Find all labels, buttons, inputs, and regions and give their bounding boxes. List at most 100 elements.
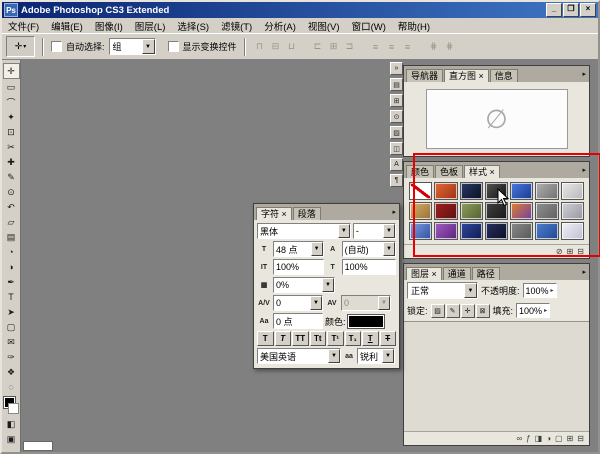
layers-group-tab-1[interactable]: 通道 xyxy=(443,267,471,280)
styles-mini-panel-icon[interactable]: ▨ xyxy=(390,126,403,139)
brush-tool[interactable]: ✎ xyxy=(4,170,19,184)
proportional-spacing-dropdown[interactable]: 0% ▼ xyxy=(273,277,335,293)
style-swatch-18[interactable] xyxy=(510,222,533,240)
menu-item-3[interactable]: 图层(L) xyxy=(129,19,172,33)
menu-item-6[interactable]: 分析(A) xyxy=(258,19,302,33)
lasso-tool[interactable]: ⌒ xyxy=(4,95,19,109)
blur-tool[interactable]: ◔ xyxy=(4,245,19,259)
faux-bold-button[interactable]: T xyxy=(257,331,274,346)
leading-dropdown[interactable]: (自动) ▼ xyxy=(342,241,396,257)
paragraph-panel-icon[interactable]: ¶ xyxy=(390,174,403,187)
font-family-dropdown[interactable]: 黑体 ▼ xyxy=(257,223,351,239)
style-swatch-17[interactable] xyxy=(485,222,508,240)
spot-healing-brush-tool[interactable]: ✚ xyxy=(4,155,19,169)
menu-item-7[interactable]: 视图(V) xyxy=(302,19,346,33)
histogram-group-panel-menu-icon[interactable]: ▸ xyxy=(582,70,586,78)
auto-select-dropdown[interactable]: 组 ▼ xyxy=(109,38,156,55)
faux-italic-button[interactable]: T xyxy=(275,331,292,346)
kerning-dropdown[interactable]: 0 ▼ xyxy=(273,295,323,311)
move-tool[interactable]: ✛ xyxy=(3,63,20,79)
lock-image-pixels-icon[interactable]: ✎ xyxy=(446,304,460,318)
pen-tool[interactable]: ✒ xyxy=(4,275,19,289)
text-color-swatch[interactable] xyxy=(348,315,384,328)
align-vertical-centers-icon[interactable]: ⊟ xyxy=(269,40,283,54)
new-adjustment-layer-icon[interactable]: ◑ xyxy=(546,435,551,443)
new-group-icon[interactable]: ▢ xyxy=(555,435,563,443)
screen-mode-button[interactable]: ▣ xyxy=(4,432,19,446)
clone-stamp-tool[interactable]: ⊙ xyxy=(4,185,19,199)
style-swatch-19[interactable] xyxy=(535,222,558,240)
align-left-edges-icon[interactable]: ⊏ xyxy=(311,40,325,54)
notes-tool[interactable]: ✉ xyxy=(4,335,19,349)
tool-presets-panel-icon[interactable]: ⊞ xyxy=(390,94,403,107)
anti-alias-dropdown[interactable]: 锐利 ▼ xyxy=(357,348,395,364)
rectangular-marquee-tool[interactable]: ▭ xyxy=(4,80,19,94)
layer-comps-panel-icon[interactable]: ◫ xyxy=(390,142,403,155)
quick-selection-tool[interactable]: ✦ xyxy=(4,110,19,124)
font-style-dropdown[interactable]: - ▼ xyxy=(353,223,396,239)
layers-group-tab-2[interactable]: 路径 xyxy=(472,267,500,280)
fill-field[interactable]: 100% ▸ xyxy=(516,303,550,318)
style-swatch-20[interactable] xyxy=(561,222,584,240)
quick-mask-mode-button[interactable]: ◧ xyxy=(4,417,19,431)
clone-source-panel-icon[interactable]: ⊙ xyxy=(390,110,403,123)
character-panel-panel-menu-icon[interactable]: ▸ xyxy=(392,208,396,216)
style-swatch-7[interactable] xyxy=(409,202,432,220)
lock-transparent-pixels-icon[interactable]: ▨ xyxy=(431,304,445,318)
layers-group-panel-menu-icon[interactable]: ▸ xyxy=(582,268,586,276)
small-caps-button[interactable]: Tt xyxy=(310,331,327,346)
link-layers-icon[interactable]: ∞ xyxy=(516,435,522,443)
collapse-dock-chevrons-icon[interactable]: » xyxy=(390,62,403,75)
opacity-field[interactable]: 100% ▸ xyxy=(523,283,557,298)
horizontal-scale-field[interactable]: 100% xyxy=(342,259,396,275)
tracking-dropdown[interactable]: 0 ▼ xyxy=(341,295,391,311)
superscript-button[interactable]: T¹ xyxy=(327,331,344,346)
menu-item-2[interactable]: 图像(I) xyxy=(89,19,129,33)
type-tool[interactable]: T xyxy=(4,290,19,304)
character-panel-tab-0[interactable]: 字符 × xyxy=(256,207,292,220)
distribute-left-edges-icon[interactable]: ⋕ xyxy=(427,40,441,54)
eraser-tool[interactable]: ▱ xyxy=(4,215,19,229)
title-bar[interactable]: Ps Adobe Photoshop CS3 Extended _ ❐ × xyxy=(2,2,598,18)
add-layer-mask-icon[interactable]: ◨ xyxy=(535,435,543,443)
show-transform-checkbox[interactable] xyxy=(168,41,179,52)
underline-button[interactable]: T xyxy=(362,331,379,346)
lock-all-icon[interactable]: ⊠ xyxy=(476,304,490,318)
style-swatch-5[interactable] xyxy=(535,182,558,200)
distribute-bottom-edges-icon[interactable]: ≡ xyxy=(401,40,415,54)
styles-group-tab-2[interactable]: 样式 × xyxy=(464,165,500,178)
gradient-tool[interactable]: ▤ xyxy=(4,230,19,244)
strikethrough-button[interactable]: T xyxy=(380,331,397,346)
histogram-group-tab-2[interactable]: 信息 xyxy=(490,69,518,82)
subscript-button[interactable]: T₁ xyxy=(345,331,362,346)
character-panel-icon[interactable]: A xyxy=(390,158,403,171)
style-swatch-16[interactable] xyxy=(460,222,483,240)
close-button[interactable]: × xyxy=(580,3,596,17)
style-swatch-14[interactable] xyxy=(409,222,432,240)
font-size-dropdown[interactable]: 48 点 ▼ xyxy=(273,241,324,257)
style-swatch-6[interactable] xyxy=(561,182,584,200)
baseline-shift-field[interactable]: 0 点 xyxy=(273,313,323,329)
maximize-button[interactable]: ❐ xyxy=(563,3,579,17)
status-zoom-field[interactable] xyxy=(23,441,53,451)
align-top-edges-icon[interactable]: ⊓ xyxy=(253,40,267,54)
tool-preset-picker[interactable]: ✛ ▾ xyxy=(6,36,35,57)
histogram-group-tab-1[interactable]: 直方图 × xyxy=(444,69,489,82)
menu-item-1[interactable]: 编辑(E) xyxy=(45,19,89,33)
align-bottom-edges-icon[interactable]: ⊔ xyxy=(285,40,299,54)
distribute-vertical-centers-icon[interactable]: ≡ xyxy=(385,40,399,54)
histogram-group-tab-0[interactable]: 导航器 xyxy=(406,69,443,82)
layers-group-tab-0[interactable]: 图层 × xyxy=(406,267,442,280)
hand-tool[interactable]: ❖ xyxy=(4,365,19,379)
language-dropdown[interactable]: 美国英语 ▼ xyxy=(257,348,341,364)
style-swatch-3[interactable] xyxy=(485,182,508,200)
style-swatch-10[interactable] xyxy=(485,202,508,220)
path-selection-tool[interactable]: ➤ xyxy=(4,305,19,319)
menu-item-5[interactable]: 滤镜(T) xyxy=(215,19,258,33)
styles-group-panel-menu-icon[interactable]: ▸ xyxy=(582,166,586,174)
brushes-panel-icon[interactable]: ▤ xyxy=(390,78,403,91)
rectangle-tool[interactable]: ▢ xyxy=(4,320,19,334)
eyedropper-tool[interactable]: ✑ xyxy=(4,350,19,364)
menu-item-8[interactable]: 窗口(W) xyxy=(346,19,392,33)
style-swatch-12[interactable] xyxy=(535,202,558,220)
